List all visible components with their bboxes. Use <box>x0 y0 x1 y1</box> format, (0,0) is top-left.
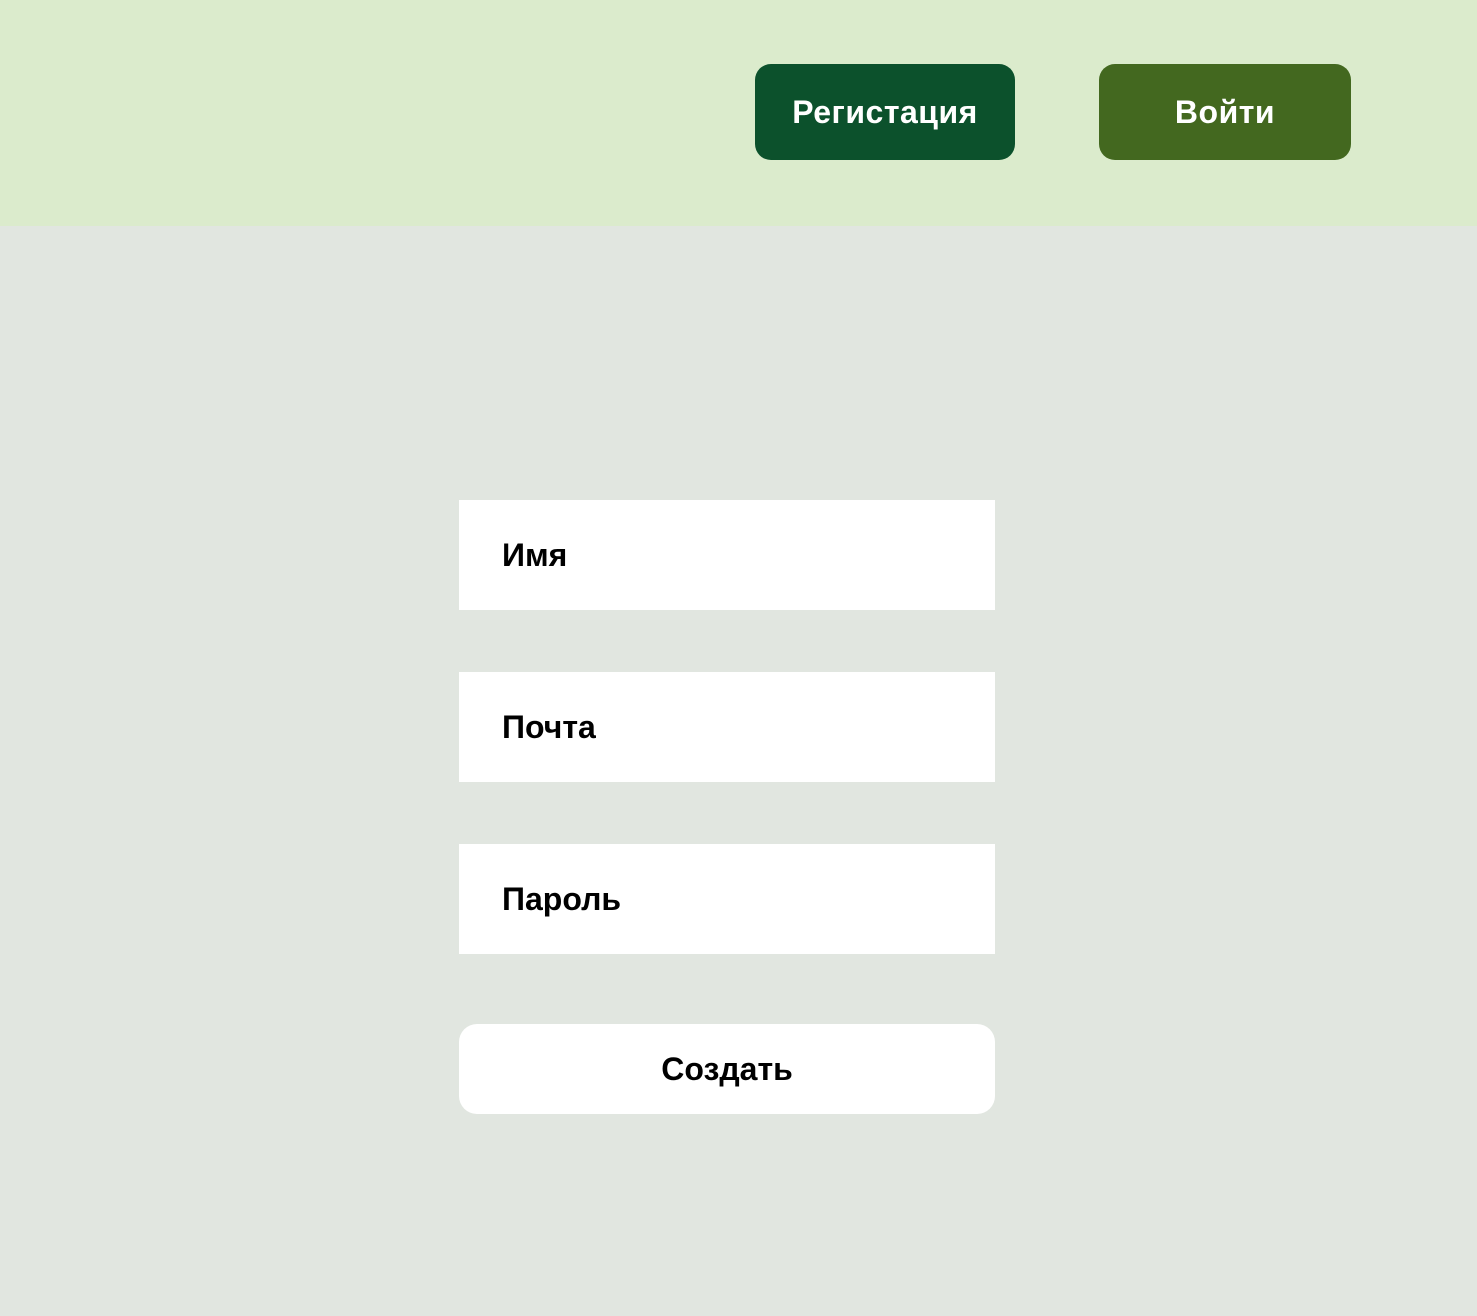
name-field[interactable]: Имя <box>459 500 995 610</box>
login-button[interactable]: Войти <box>1099 64 1351 160</box>
password-field[interactable]: Пароль <box>459 844 995 954</box>
email-field[interactable]: Почта <box>459 672 995 782</box>
register-button[interactable]: Регистация <box>755 64 1015 160</box>
create-button[interactable]: Создать <box>459 1024 995 1114</box>
top-header: Регистация Войти <box>0 0 1477 226</box>
